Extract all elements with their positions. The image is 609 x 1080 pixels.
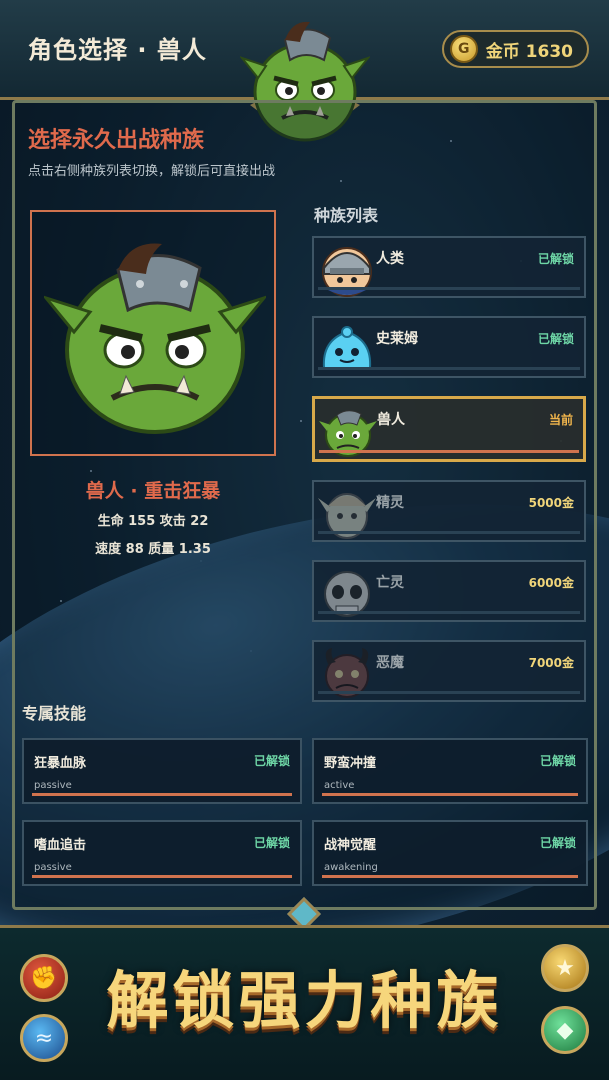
skill-card[interactable]: 嗜血追击 已解锁 passive <box>22 820 302 886</box>
skill-card[interactable]: 战神觉醒 已解锁 awakening <box>312 820 588 886</box>
race-price: 7000金 <box>528 656 574 670</box>
race-card-slime[interactable]: 史莱姆 已解锁 <box>312 316 586 378</box>
race-price: 6000金 <box>528 576 574 590</box>
race-list-title: 种族列表 <box>314 206 379 225</box>
skill-bar <box>32 875 292 878</box>
stats-speed-mass: 速度 88 质量 1.35 <box>95 542 211 557</box>
race-name: 恶魔 <box>376 655 404 671</box>
skill-status: 已解锁 <box>539 836 576 850</box>
race-progress-bar <box>318 367 580 370</box>
race-name: 兽人 <box>377 412 405 428</box>
skill-bar <box>322 793 578 796</box>
race-card-human[interactable]: 人类 已解锁 <box>312 236 586 298</box>
stats-health-attack: 生命 155 攻击 22 <box>97 514 209 529</box>
orc-preview-icon <box>44 243 266 434</box>
skill-status: 已解锁 <box>253 754 290 768</box>
skill-bar <box>32 793 292 796</box>
race-status: 已解锁 <box>537 252 574 266</box>
skills-title: 专属技能 <box>22 704 87 723</box>
promo-banner-text: 解锁强力种族 <box>106 964 503 1037</box>
race-status: 当前 <box>548 413 573 427</box>
race-price: 5000金 <box>528 496 574 510</box>
race-name: 人类 <box>376 251 404 267</box>
coin-amount: 金币 1630 <box>485 41 573 62</box>
race-status: 已解锁 <box>537 332 574 346</box>
skill-card[interactable]: 狂暴血脉 已解锁 passive <box>22 738 302 804</box>
skill-type: passive <box>34 862 72 873</box>
skill-type: awakening <box>324 862 378 873</box>
race-name: 精灵 <box>376 495 404 511</box>
race-progress-bar <box>319 450 579 453</box>
skill-status: 已解锁 <box>253 836 290 850</box>
race-title: 兽人 · 重击狂暴 <box>85 480 221 502</box>
race-card-elf[interactable]: 精灵 5000金 <box>312 480 586 542</box>
skill-card[interactable]: 野蛮冲撞 已解锁 active <box>312 738 588 804</box>
race-progress-bar <box>318 531 580 534</box>
race-card-orc[interactable]: 兽人 当前 <box>312 396 586 462</box>
race-progress-bar <box>318 611 580 614</box>
skill-status: 已解锁 <box>539 754 576 768</box>
race-name: 史莱姆 <box>376 331 418 347</box>
section-subtitle: 点击右侧种族列表切换，解锁后可直接出战 <box>28 164 276 179</box>
skill-name: 野蛮冲撞 <box>324 756 377 771</box>
skill-name: 嗜血追击 <box>34 838 87 853</box>
race-progress-bar <box>318 287 580 290</box>
skill-bar <box>322 875 578 878</box>
race-card-undead[interactable]: 亡灵 6000金 <box>312 560 586 622</box>
race-progress-bar <box>318 691 580 694</box>
fist-icon[interactable]: ✊ <box>20 954 68 1002</box>
skill-name: 狂暴血脉 <box>34 756 87 771</box>
coin-balance: G 金币 1630 <box>441 30 589 68</box>
section-title: 选择永久出战种族 <box>28 128 205 153</box>
crystal-icon[interactable]: ◆ <box>541 1006 589 1054</box>
race-card-demon[interactable]: 恶魔 7000金 <box>312 640 586 702</box>
skill-type: passive <box>34 780 72 791</box>
race-preview <box>30 210 276 456</box>
skill-name: 战神觉醒 <box>324 838 377 853</box>
coin-icon: G <box>449 35 478 63</box>
star-icon[interactable]: ★ <box>541 944 589 992</box>
skill-type: active <box>324 780 355 791</box>
race-name: 亡灵 <box>376 575 404 591</box>
game-screen: 角色选择 · 兽人 G 金币 1630 选择永久出战种族 点击右侧种族列表切换，… <box>0 0 609 1080</box>
water-wave-icon[interactable]: ≈ <box>20 1014 68 1062</box>
page-title: 角色选择 · 兽人 <box>28 36 207 64</box>
